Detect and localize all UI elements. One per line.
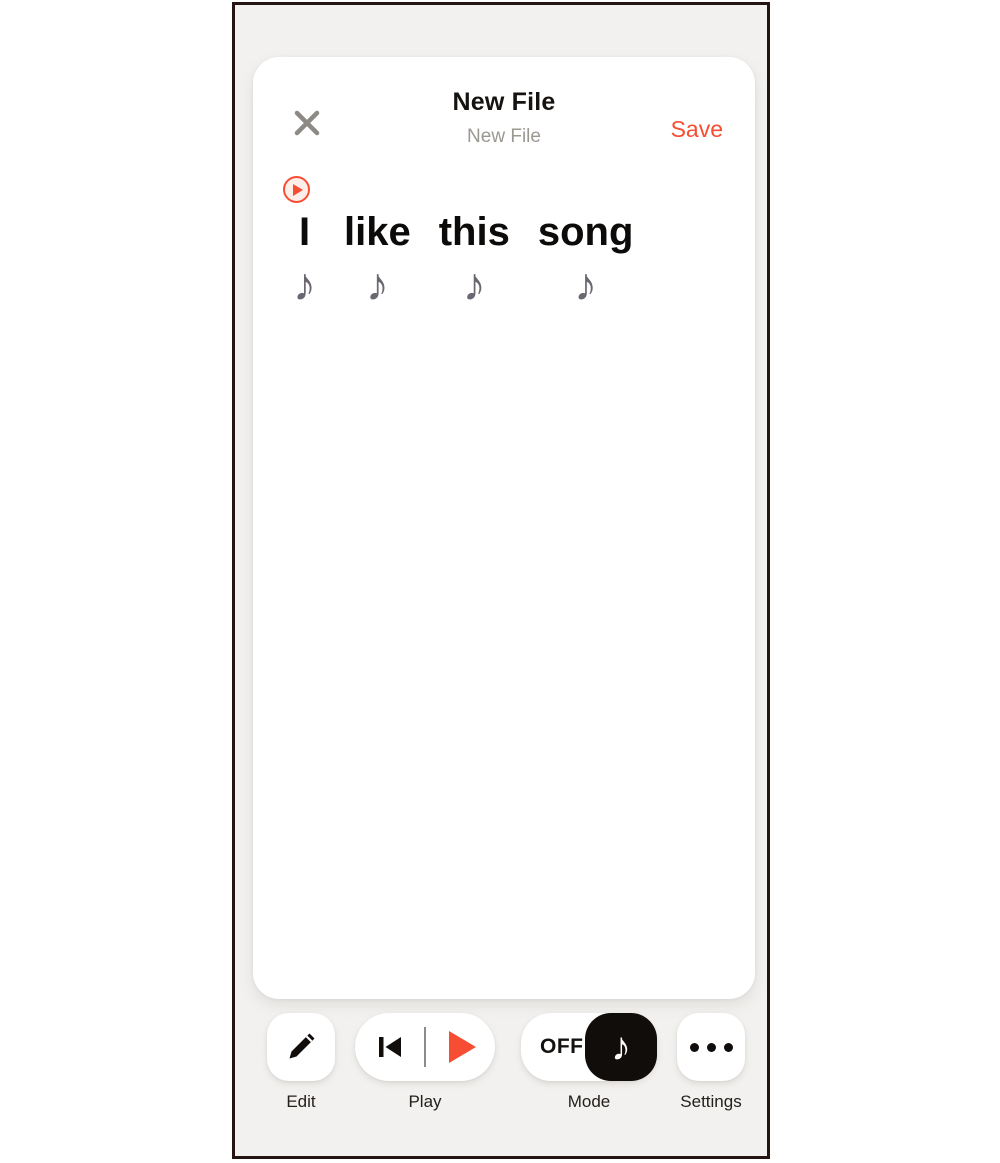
settings-button[interactable] [677,1013,745,1081]
lyric-token[interactable]: like ♪ [330,209,425,311]
play-triangle-icon [293,183,303,196]
pencil-icon [289,1033,315,1059]
ellipsis-icon [689,1042,733,1052]
mode-state-text: OFF [540,1035,584,1058]
toolbar-label-edit: Edit [286,1092,316,1111]
close-icon[interactable] [289,105,325,141]
lyric-word: song [537,210,634,254]
lyric-token[interactable]: I ♪ [279,176,330,311]
lyric-word: I [298,210,311,254]
music-note-icon: ♪ [611,1025,631,1069]
music-note-icon: ♪ [574,258,598,310]
play-controls [355,1013,495,1081]
lyric-word: like [344,210,411,254]
toolbar-label-settings: Settings [680,1092,742,1111]
toolbar-item-play: Play [355,1013,495,1112]
toolbar-label-play: Play [408,1092,442,1111]
lyric-row: I ♪ like ♪ this ♪ song ♪ [279,176,735,311]
music-note-icon: ♪ [293,258,316,310]
skip-back-icon [378,1037,401,1057]
toolbar-item-edit: Edit [267,1013,335,1112]
bottom-toolbar: Edit Play OFF ♪ Mode Settings [235,1013,767,1138]
toolbar-label-mode: Mode [567,1092,611,1111]
lyric-word: this [438,210,510,254]
device-frame: New File New File Save I ♪ like ♪ this ♪… [232,2,770,1159]
skip-back-button[interactable] [355,1030,424,1064]
save-button[interactable]: Save [665,112,729,147]
music-note-icon: ♪ [365,258,389,310]
app-screen: New File New File Save I ♪ like ♪ this ♪… [235,5,767,1156]
lyric-token[interactable]: song ♪ [524,209,648,311]
edit-button[interactable] [267,1013,335,1081]
toolbar-item-settings: Settings [677,1013,745,1112]
lyric-token[interactable]: this ♪ [425,209,524,311]
lyric-sheet: I ♪ like ♪ this ♪ song ♪ [279,176,735,983]
play-button[interactable] [426,1031,495,1063]
mode-toggle[interactable]: OFF ♪ [521,1013,657,1081]
sheet-header: New File New File Save [253,57,755,167]
song-sheet-card: New File New File Save I ♪ like ♪ this ♪… [253,57,755,999]
play-triangle-icon [449,1031,476,1063]
mode-toggle-knob[interactable]: ♪ [585,1013,657,1081]
music-note-icon: ♪ [462,258,486,310]
play-circle-icon[interactable] [283,176,310,203]
toolbar-item-mode: OFF ♪ Mode [521,1013,657,1112]
